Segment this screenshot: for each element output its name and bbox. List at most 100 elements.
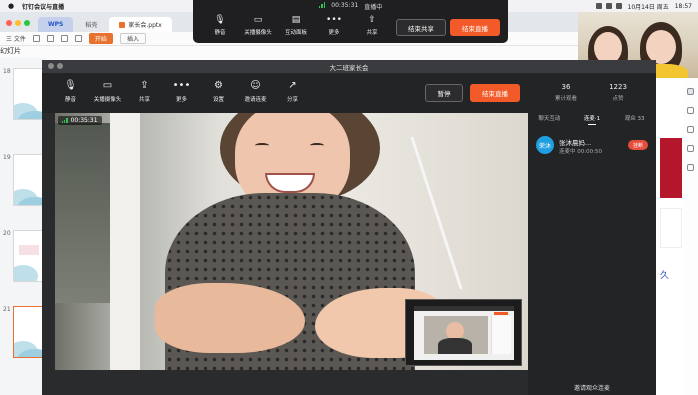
battery-icon[interactable]	[605, 3, 612, 9]
float-end-live-button[interactable]: 结束直播	[450, 19, 500, 36]
float-share-button[interactable]: ⇪ 共享	[353, 15, 391, 36]
ribbon-insert[interactable]: 插入	[119, 33, 146, 44]
tab-co-host[interactable]: 连麦·1	[571, 113, 614, 126]
animation-icon[interactable]	[687, 126, 694, 133]
floating-live-controls: 00:35:31 直播中 🎙 静音 ▭ 关播摄像头 ▤ 互动面板 ••• 更多 …	[193, 0, 508, 43]
close-icon[interactable]	[6, 20, 12, 26]
tool-label: 静音	[214, 30, 226, 36]
tab-audience[interactable]: 观众 33	[613, 113, 656, 126]
print-icon[interactable]	[46, 35, 54, 42]
settings-icon: ⚙	[214, 80, 223, 91]
mute-button[interactable]: 🎙 静音	[52, 81, 89, 104]
float-more-button[interactable]: ••• 更多	[315, 15, 353, 36]
maximize-icon[interactable]	[24, 20, 30, 26]
side-panel: 聊天互动 连麦·1 观众 33 荣沐 张沐晨妈... 连麦中 00:00:50 …	[528, 113, 656, 395]
slide-thumbnails: 18 19 20 21	[0, 58, 46, 395]
invite-icon: ☺	[250, 80, 261, 91]
slide-preview	[13, 68, 43, 120]
slide-preview-selected	[13, 306, 43, 358]
face-shape	[646, 30, 676, 64]
main-video[interactable]: 00:35:31	[55, 113, 528, 370]
float-mute-button[interactable]: 🎙 静音	[201, 15, 239, 36]
picture-in-picture[interactable]	[405, 299, 522, 366]
undo-icon[interactable]	[60, 35, 68, 42]
stat-label: 点赞	[612, 96, 624, 102]
live-status-label: 直播中	[364, 4, 383, 11]
slide-number: 19	[3, 154, 11, 161]
ribbon-start[interactable]: 开始	[88, 33, 113, 44]
conference-title: 大二班家长会	[329, 63, 369, 72]
tool-label: 共享	[366, 30, 378, 36]
side-panel-tabs: 聊天互动 连麦·1 观众 33	[528, 113, 656, 126]
conference-tool-group: 🎙 静音 ▭ 关播摄像头 ⇪ 共享 ••• 更多 ⚙ 设置 ☺ 邀请连麦 ↗ 分…	[52, 80, 311, 104]
invite-mic-button[interactable]: ☺ 邀请连麦	[237, 80, 274, 104]
pause-button[interactable]: 暂停	[425, 84, 463, 102]
share-screen-button[interactable]: ⇪ 共享	[126, 80, 163, 104]
wifi-icon[interactable]	[595, 3, 602, 9]
tool-label: 共享	[138, 97, 150, 103]
more-icon: •••	[172, 80, 191, 91]
minimize-icon[interactable]	[57, 63, 63, 69]
invite-audience-button[interactable]: 邀请观众连麦	[528, 383, 656, 392]
apple-icon[interactable]: ●	[8, 2, 14, 10]
mic-icon: 🎙	[214, 15, 226, 25]
settings-icon[interactable]	[687, 107, 694, 114]
hangup-button[interactable]: 挂断	[628, 140, 648, 150]
interactive-panel-icon: ▤	[291, 15, 301, 25]
redo-icon[interactable]	[74, 35, 82, 42]
co-host-user[interactable]: 荣沐 张沐晨妈... 连麦中 00:00:50 挂断	[536, 136, 648, 156]
close-icon[interactable]	[48, 63, 54, 69]
forward-share-button[interactable]: ↗ 分享	[274, 80, 311, 104]
tool-label: 分享	[286, 97, 298, 103]
person-eye	[310, 143, 324, 148]
stat-total-views: 36 累计观看	[541, 83, 591, 102]
ppt-icon	[119, 21, 126, 28]
menubar-clock[interactable]: 18:57	[675, 3, 692, 10]
tab-document-label: 家长会.pptx	[128, 22, 162, 29]
end-live-button[interactable]: 结束直播	[470, 84, 520, 102]
float-camera-button[interactable]: ▭ 关播摄像头	[239, 15, 277, 36]
tab-chat[interactable]: 聊天互动	[528, 113, 571, 126]
tool-label: 静音	[64, 97, 76, 103]
stat-likes: 1223 点赞	[593, 83, 643, 102]
forward-icon: ↗	[288, 80, 297, 91]
more-button[interactable]: ••• 更多	[163, 80, 200, 104]
menubar-status-area: 10月14日 周五 18:57	[595, 0, 692, 12]
slide-number: 20	[3, 230, 11, 237]
float-interactive-panel-button[interactable]: ▤ 互动面板	[277, 15, 315, 36]
slide-edge-preview: 久	[655, 58, 683, 395]
end-share-button[interactable]: 结束共享	[396, 19, 446, 36]
menubar-app-name[interactable]: 钉钉会议与直播	[22, 2, 64, 11]
pip-screen	[414, 306, 514, 360]
video-timer-text: 00:35:31	[70, 117, 98, 124]
video-curtain-shape	[110, 113, 140, 370]
tab-document[interactable]: 家长会.pptx	[109, 17, 172, 32]
tool-label: 邀请连麦	[244, 97, 267, 103]
slide-number: 18	[3, 68, 11, 75]
conference-titlebar: 大二班家长会	[42, 60, 656, 73]
minimize-icon[interactable]	[15, 20, 21, 26]
transition-icon[interactable]	[687, 145, 694, 152]
floating-toolbar: 🎙 静音 ▭ 关播摄像头 ▤ 互动面板 ••• 更多 ⇪ 共享	[201, 15, 391, 36]
history-icon[interactable]	[687, 164, 694, 171]
signal-icon	[62, 118, 68, 123]
tool-label: 设置	[212, 97, 224, 103]
tab-docer[interactable]: 稻壳	[75, 17, 107, 32]
menubar-date[interactable]: 10月14日 周五	[628, 2, 669, 11]
person-eye	[255, 143, 269, 148]
camera-button[interactable]: ▭ 关播摄像头	[89, 81, 126, 104]
settings-button[interactable]: ⚙ 设置	[200, 80, 237, 104]
ribbon-file[interactable]: 三 文件	[6, 34, 26, 43]
search-icon[interactable]	[615, 3, 622, 9]
save-icon[interactable]	[32, 35, 40, 42]
slide-preview	[13, 154, 43, 206]
conference-toolbar: 🎙 静音 ▭ 关播摄像头 ⇪ 共享 ••• 更多 ⚙ 设置 ☺ 邀请连麦 ↗ 分…	[42, 73, 656, 113]
live-status: 00:35:31 直播中	[193, 2, 508, 11]
tab-wps[interactable]: WPS	[38, 17, 74, 32]
avatar: 荣沐	[536, 136, 554, 154]
ribbon-right-label[interactable]: 幻灯片	[0, 47, 21, 55]
tool-label: 互动面板	[284, 30, 307, 36]
properties-icon[interactable]	[687, 88, 694, 95]
share-screen-icon: ⇪	[140, 80, 149, 91]
more-icon: •••	[326, 15, 342, 25]
